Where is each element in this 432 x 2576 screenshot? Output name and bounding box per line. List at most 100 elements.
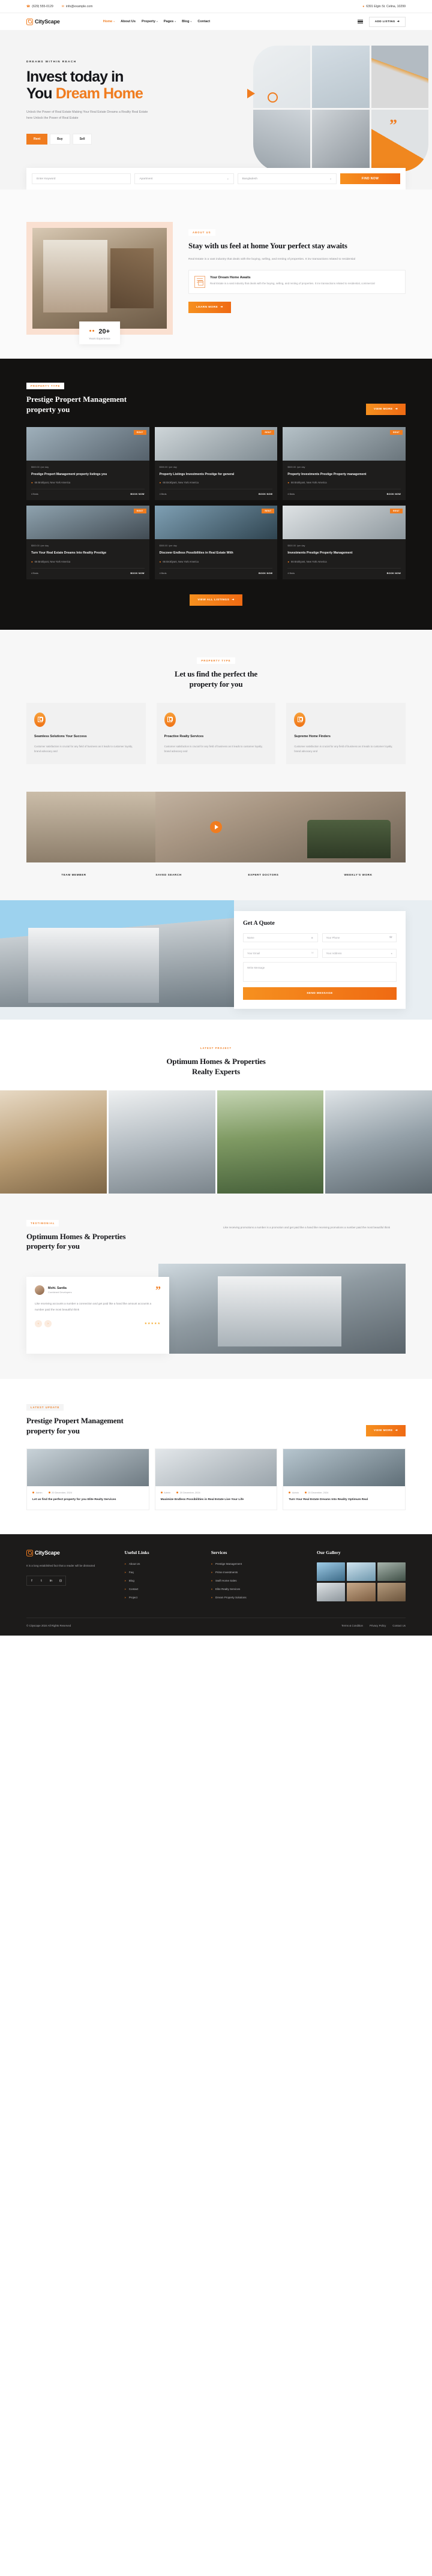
- tab-rent[interactable]: Rent: [26, 134, 48, 145]
- facebook-icon[interactable]: f: [27, 1576, 37, 1585]
- nav-item-property[interactable]: Property ▾: [142, 20, 158, 23]
- blog-card[interactable]: Admin 20 December, 2024 Turn Your Real E…: [283, 1448, 406, 1510]
- property-location: ● 66 Broklyant, New York America: [31, 560, 145, 563]
- footer-service-elite-label: Elite Realty Services: [215, 1587, 241, 1591]
- book-now-button[interactable]: BOOK NOW: [130, 493, 144, 495]
- property-card[interactable]: RENT $500.00 /per day Property Listings …: [154, 426, 278, 501]
- footer-link-about[interactable]: » About Us: [124, 1562, 201, 1565]
- footer-service-elite[interactable]: » Elite Realty Services: [211, 1588, 307, 1591]
- property-card[interactable]: RENT $500.00 /per day Investments Presti…: [283, 506, 406, 579]
- blog-card[interactable]: Admin 20 December, 2024 Let us find the …: [26, 1448, 149, 1510]
- tab-sell[interactable]: Sell: [72, 134, 92, 145]
- blog-card[interactable]: Admin 20 December, 2024 Maximize Endless…: [154, 1448, 278, 1510]
- property-card[interactable]: RENT $500.00 /per day Property Investmen…: [283, 426, 406, 501]
- topbar-phone-text: (629) 555-0129: [32, 4, 53, 8]
- search-type-select[interactable]: Apartment ⌄: [134, 173, 234, 184]
- play-icon[interactable]: [210, 820, 222, 833]
- add-listing-button[interactable]: ADD LISTING ➜: [368, 16, 406, 27]
- gallery-image-2[interactable]: [108, 1090, 215, 1194]
- property-image: RENT: [283, 426, 406, 461]
- book-now-button[interactable]: BOOK NOW: [259, 493, 272, 495]
- blog-header: LATEST UPDATE Prestige Propert Managemen…: [0, 1400, 432, 1437]
- tab-buy[interactable]: Buy: [50, 134, 70, 145]
- contact-link[interactable]: Contact Us: [392, 1624, 406, 1627]
- property-card[interactable]: RENT $500.00 /per day Turn Your Real Est…: [26, 506, 149, 579]
- services-section: PROPERTY TYPE Let us find the perfect th…: [0, 629, 432, 792]
- footer-gallery-thumb-1[interactable]: [316, 1562, 346, 1581]
- footer-service-dream[interactable]: » Dream Property Solutions: [211, 1596, 307, 1599]
- blog-view-more-button[interactable]: VIEW MORE ➜: [365, 1425, 406, 1437]
- topbar-email[interactable]: ✉ info@example.com: [62, 5, 93, 8]
- chevron-right-icon: »: [211, 1579, 213, 1582]
- quote-phone-placeholder: Your Phone: [326, 936, 340, 939]
- footer-link-contact[interactable]: » Contact: [124, 1588, 201, 1591]
- learn-more-button[interactable]: LEARN MORE ➜: [188, 302, 231, 314]
- book-now-button[interactable]: BOOK NOW: [387, 572, 401, 575]
- gallery-image-1[interactable]: [0, 1090, 107, 1194]
- nav-item-contact[interactable]: Contact: [197, 20, 210, 23]
- privacy-link[interactable]: Privacy Policy: [370, 1624, 386, 1627]
- quote-address-field[interactable]: Your Address ●: [322, 948, 397, 958]
- send-message-button[interactable]: SEND MESSAGE: [243, 987, 397, 1000]
- quote-message-textarea[interactable]: Write Message: [243, 961, 397, 982]
- quote-phone-field[interactable]: Your Phone ☎: [322, 933, 397, 942]
- property-title: Investments Prestige Property Management: [287, 551, 353, 555]
- instagram-icon[interactable]: ⊡: [56, 1576, 65, 1585]
- testimonial-arrows: ‹ ›: [35, 1319, 52, 1327]
- footer-service-swift[interactable]: » Swift Home Sales: [211, 1579, 307, 1582]
- service-card[interactable]: Seamless Solutions Your Success Customer…: [26, 702, 146, 764]
- experience-badge: 20+ Years Experience: [79, 321, 120, 344]
- topbar-phone[interactable]: ☎ (629) 555-0129: [26, 5, 53, 8]
- quote-name-field[interactable]: Name ☻: [243, 933, 318, 942]
- nav-item-home[interactable]: Home ▾: [103, 20, 115, 23]
- book-now-button[interactable]: BOOK NOW: [130, 572, 144, 575]
- book-now-button[interactable]: BOOK NOW: [259, 572, 272, 575]
- view-all-listings-button[interactable]: VIEW ALL LISTINGS ➜: [190, 594, 242, 606]
- logo[interactable]: CityScape: [26, 18, 60, 25]
- user-icon: ☻: [310, 936, 314, 939]
- footer-logo[interactable]: CityScape: [26, 1549, 115, 1556]
- status-badge: RENT: [390, 509, 403, 514]
- footer-service-prime[interactable]: » Prime Investments: [211, 1571, 307, 1574]
- property-price-value: $500.00: [287, 465, 296, 468]
- gallery-image-4[interactable]: [325, 1090, 432, 1194]
- service-card[interactable]: Supreme Home Finders Customer satisfacti…: [286, 702, 406, 764]
- about-image-frame: 20+ Years Experience: [26, 222, 173, 344]
- nav-item-blog[interactable]: Blog ▾: [182, 20, 191, 23]
- footer-link-blog[interactable]: » Blog: [124, 1579, 201, 1582]
- nav-item-about[interactable]: About Us: [121, 20, 136, 23]
- footer-service-prestige[interactable]: » Prestige Management: [211, 1562, 307, 1565]
- footer-link-faq[interactable]: » Faq: [124, 1571, 201, 1574]
- footer-link-project[interactable]: » Project: [124, 1596, 201, 1599]
- property-card[interactable]: RENT $500.00 /per day Discover Endless P…: [154, 506, 278, 579]
- terms-link[interactable]: Terms & Condition: [341, 1624, 363, 1627]
- play-triangle-icon[interactable]: [247, 89, 255, 98]
- search-type-value: Apartment: [139, 177, 153, 181]
- stat-expert-doctors: EXPERT DOCTORS: [248, 873, 279, 876]
- chevron-right-icon[interactable]: ›: [44, 1319, 52, 1327]
- prestige-view-more-button[interactable]: VIEW MORE ➜: [365, 403, 406, 415]
- chevron-left-icon[interactable]: ‹: [35, 1319, 42, 1327]
- property-card[interactable]: RENT $500.00 /per day Prestige Propert M…: [26, 426, 149, 501]
- quote-email-field[interactable]: Your Email ✉: [243, 948, 318, 958]
- topbar-email-text: info@example.com: [65, 4, 93, 8]
- service-card[interactable]: Proactive Realty Services Customer satis…: [156, 702, 276, 764]
- property-location-text: 66 Broklyant, New York America: [163, 481, 199, 485]
- find-now-button[interactable]: FIND NOW: [340, 173, 400, 184]
- linkedin-icon[interactable]: in: [46, 1576, 56, 1585]
- search-location-select[interactable]: Bangladesh ⌄: [237, 173, 337, 184]
- footer-gallery-thumb-4[interactable]: [316, 1582, 346, 1601]
- footer-gallery-thumb-3[interactable]: [377, 1562, 406, 1581]
- testimonial-role: Combined Developers: [48, 1291, 72, 1294]
- book-now-button[interactable]: BOOK NOW: [387, 493, 401, 495]
- copyright-text: © Cityscape 2024 All Rights Reserved: [26, 1624, 71, 1627]
- footer-gallery-thumb-2[interactable]: [347, 1562, 376, 1581]
- nav-item-pages[interactable]: Pages ▾: [164, 20, 176, 23]
- gallery-image-3[interactable]: [217, 1090, 324, 1194]
- map-pin-icon: ●: [287, 560, 289, 563]
- footer-gallery-thumb-6[interactable]: [377, 1582, 406, 1601]
- search-keyword-input[interactable]: Enter Keyword: [32, 173, 131, 184]
- footer-gallery-thumb-5[interactable]: [347, 1582, 376, 1601]
- twitter-icon[interactable]: t: [37, 1576, 46, 1585]
- hamburger-menu-icon[interactable]: [357, 19, 363, 24]
